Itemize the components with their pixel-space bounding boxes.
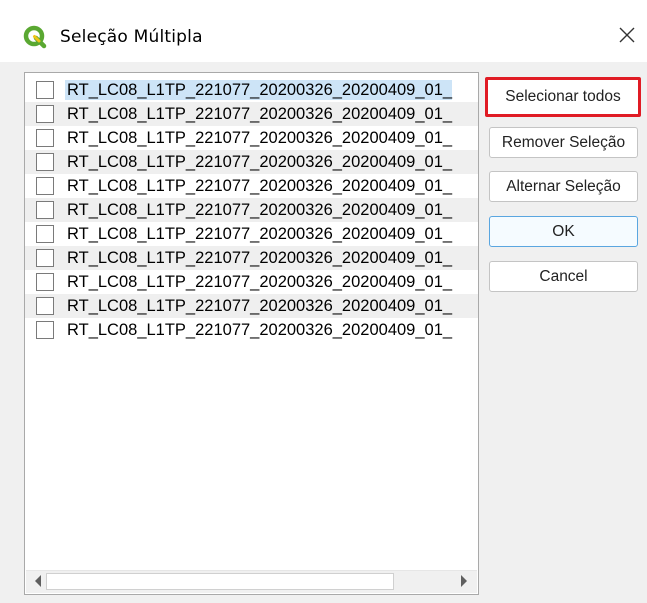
list-item[interactable]: RT_LC08_L1TP_221077_20200326_20200409_01… [25, 294, 478, 318]
item-checkbox[interactable] [36, 201, 54, 219]
item-label: RT_LC08_L1TP_221077_20200326_20200409_01… [65, 80, 453, 100]
scrollbar-thumb[interactable] [46, 573, 394, 590]
list-item[interactable]: RT_LC08_L1TP_221077_20200326_20200409_01… [25, 318, 478, 342]
list-item[interactable]: RT_LC08_L1TP_221077_20200326_20200409_01… [25, 150, 478, 174]
multiple-selection-dialog: Seleção Múltipla RT_LC08_L1TP_221077_202… [0, 0, 647, 603]
list-item[interactable]: RT_LC08_L1TP_221077_20200326_20200409_01… [25, 246, 478, 270]
item-label: RT_LC08_L1TP_221077_20200326_20200409_01… [67, 321, 453, 339]
item-label: RT_LC08_L1TP_221077_20200326_20200409_01… [67, 225, 453, 243]
item-label: RT_LC08_L1TP_221077_20200326_20200409_01… [67, 177, 453, 195]
select-all-button[interactable]: Selecionar todos [485, 77, 641, 117]
item-checkbox[interactable] [36, 153, 54, 171]
list-item[interactable]: RT_LC08_L1TP_221077_20200326_20200409_01… [25, 198, 478, 222]
arrow-right-icon[interactable] [461, 575, 467, 587]
ok-button[interactable]: OK [489, 216, 638, 247]
item-label: RT_LC08_L1TP_221077_20200326_20200409_01… [67, 297, 453, 315]
cancel-button[interactable]: Cancel [489, 261, 638, 292]
item-checkbox[interactable] [36, 105, 54, 123]
title-bar: Seleção Múltipla [0, 0, 647, 62]
list-item[interactable]: RT_LC08_L1TP_221077_20200326_20200409_01… [25, 126, 478, 150]
qgis-icon [23, 25, 47, 49]
list-item[interactable]: RT_LC08_L1TP_221077_20200326_20200409_01… [25, 270, 478, 294]
item-label: RT_LC08_L1TP_221077_20200326_20200409_01… [67, 129, 453, 147]
item-checkbox[interactable] [36, 321, 54, 339]
item-checkbox[interactable] [36, 177, 54, 195]
dialog-title: Seleção Múltipla [60, 27, 203, 47]
remove-selection-button[interactable]: Remover Seleção [489, 127, 638, 158]
list-item[interactable]: RT_LC08_L1TP_221077_20200326_20200409_01… [25, 174, 478, 198]
item-checkbox[interactable] [36, 129, 54, 147]
item-checkbox[interactable] [36, 225, 54, 243]
horizontal-scrollbar[interactable] [26, 570, 477, 593]
item-label: RT_LC08_L1TP_221077_20200326_20200409_01… [67, 105, 453, 123]
item-label: RT_LC08_L1TP_221077_20200326_20200409_01… [67, 273, 453, 291]
item-checkbox[interactable] [36, 249, 54, 267]
close-icon[interactable] [612, 20, 642, 50]
list-item[interactable]: RT_LC08_L1TP_221077_20200326_20200409_01… [25, 102, 478, 126]
arrow-left-icon[interactable] [35, 575, 41, 587]
list-item[interactable]: RT_LC08_L1TP_221077_20200326_20200409_01… [25, 78, 478, 102]
layer-list[interactable]: RT_LC08_L1TP_221077_20200326_20200409_01… [24, 72, 479, 595]
item-label: RT_LC08_L1TP_221077_20200326_20200409_01… [67, 201, 453, 219]
item-checkbox[interactable] [36, 81, 54, 99]
toggle-selection-button[interactable]: Alternar Seleção [489, 171, 638, 202]
list-item[interactable]: RT_LC08_L1TP_221077_20200326_20200409_01… [25, 222, 478, 246]
item-checkbox[interactable] [36, 297, 54, 315]
item-label: RT_LC08_L1TP_221077_20200326_20200409_01… [67, 249, 453, 267]
item-label: RT_LC08_L1TP_221077_20200326_20200409_01… [67, 153, 453, 171]
item-checkbox[interactable] [36, 273, 54, 291]
